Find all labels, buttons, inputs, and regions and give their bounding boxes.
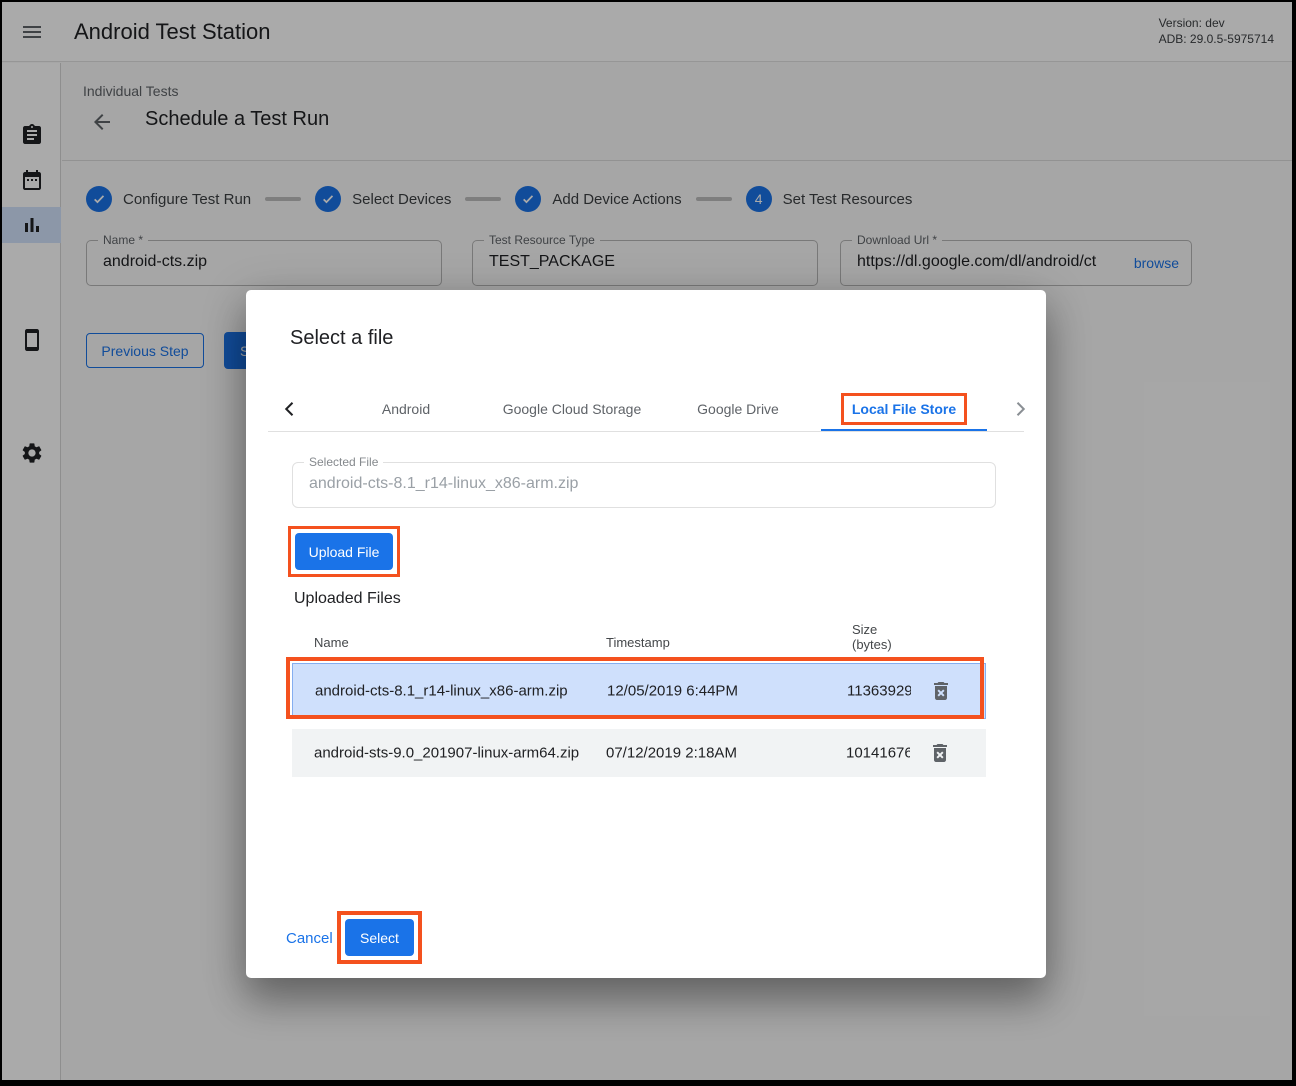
tab-label: Android (382, 401, 430, 417)
column-header-size-line1: Size (852, 622, 892, 637)
uploaded-files-table-header: Name Timestamp Size (bytes) (292, 620, 986, 654)
chevron-left-icon (280, 399, 300, 419)
tab-label: Google Drive (697, 401, 779, 417)
tab-label: Local File Store (852, 401, 956, 417)
tab-google-drive[interactable]: Google Drive (655, 385, 821, 432)
annotation-box-select: Select (337, 911, 422, 964)
uploaded-files-title: Uploaded Files (294, 590, 401, 608)
tab-google-cloud-storage[interactable]: Google Cloud Storage (489, 385, 655, 432)
tab-label: Google Cloud Storage (503, 401, 642, 417)
delete-file-button[interactable] (928, 741, 952, 765)
dialog-title: Select a file (290, 327, 393, 350)
file-name-cell: android-sts-9.0_201907-linux-arm64.zip (314, 745, 579, 762)
select-file-dialog: Select a file Android Google Cloud Stora… (246, 290, 1046, 978)
annotation-box-local-file-store: Local File Store (841, 393, 967, 425)
column-header-size: Size (bytes) (852, 622, 892, 652)
app-screen: Android Test Station Version: dev ADB: 2… (2, 2, 1292, 1080)
table-row[interactable]: android-sts-9.0_201907-linux-arm64.zip 0… (292, 729, 986, 777)
annotation-box-upload-file: Upload File (288, 526, 400, 577)
select-button[interactable]: Select (345, 919, 414, 956)
cancel-button[interactable]: Cancel (286, 920, 333, 957)
divider (268, 431, 1024, 432)
tabs-scroll-left-button[interactable] (268, 385, 312, 432)
column-header-name: Name (314, 635, 349, 650)
timestamp-cell: 12/05/2019 6:44PM (607, 683, 738, 700)
size-cell: 113639298 (847, 683, 911, 700)
tab-android[interactable]: Android (323, 385, 489, 432)
size-cell: 101416764 (846, 745, 910, 762)
trash-delete-icon (928, 741, 952, 765)
column-header-timestamp: Timestamp (606, 635, 670, 650)
chevron-right-icon (1010, 399, 1030, 419)
upload-file-button[interactable]: Upload File (295, 533, 393, 570)
table-row-selected[interactable]: android-cts-8.1_r14-linux_x86-arm.zip 12… (292, 663, 986, 719)
trash-delete-icon (929, 679, 953, 703)
selected-file-value: android-cts-8.1_r14-linux_x86-arm.zip (309, 475, 969, 493)
file-source-tabs: Android Google Cloud Storage Google Driv… (323, 385, 987, 432)
delete-file-button[interactable] (929, 679, 953, 703)
tab-local-file-store[interactable]: Local File Store (821, 385, 987, 432)
file-name-cell: android-cts-8.1_r14-linux_x86-arm.zip (315, 683, 568, 700)
tabs-scroll-right-button[interactable] (998, 385, 1042, 432)
column-header-size-line2: (bytes) (852, 637, 892, 652)
selected-file-field[interactable]: Selected File android-cts-8.1_r14-linux_… (292, 462, 996, 508)
timestamp-cell: 07/12/2019 2:18AM (606, 745, 737, 762)
selected-file-label: Selected File (304, 455, 383, 469)
